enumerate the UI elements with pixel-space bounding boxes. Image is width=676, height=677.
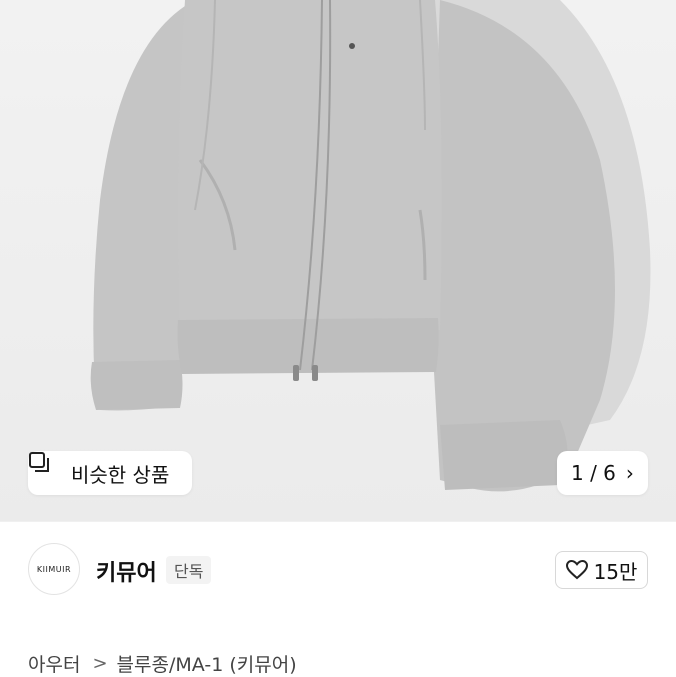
image-counter[interactable]: 1 / 6 › bbox=[557, 451, 648, 495]
heart-icon bbox=[565, 560, 588, 580]
product-image-carousel[interactable]: 비슷한 상품 1 / 6 › bbox=[0, 0, 676, 521]
chevron-right-icon: › bbox=[625, 461, 634, 485]
exclusive-badge: 단독 bbox=[166, 556, 212, 584]
brand-name[interactable]: 키뮤어 bbox=[96, 555, 157, 587]
brand-logo-text: KIIMUIR bbox=[36, 564, 72, 574]
brand-logo[interactable]: KIIMUIR bbox=[28, 543, 80, 595]
similar-items-label: 비슷한 상품 bbox=[71, 462, 170, 487]
like-count: 15만 bbox=[593, 559, 638, 584]
breadcrumb: 아우터 > 블루종/MA-1 (키뮤어) bbox=[28, 650, 297, 677]
image-counter-text: 1 / 6 bbox=[571, 461, 616, 485]
like-button[interactable]: 15만 bbox=[555, 551, 648, 589]
similar-items-icon bbox=[29, 452, 63, 484]
divider bbox=[0, 521, 676, 522]
breadcrumb-item-category[interactable]: 아우터 bbox=[28, 650, 80, 677]
breadcrumb-separator: > bbox=[92, 653, 108, 674]
breadcrumb-item-subcategory[interactable]: 블루종/MA-1 (키뮤어) bbox=[117, 650, 297, 677]
similar-items-button[interactable]: 비슷한 상품 bbox=[28, 451, 192, 495]
product-photo bbox=[90, 0, 651, 492]
